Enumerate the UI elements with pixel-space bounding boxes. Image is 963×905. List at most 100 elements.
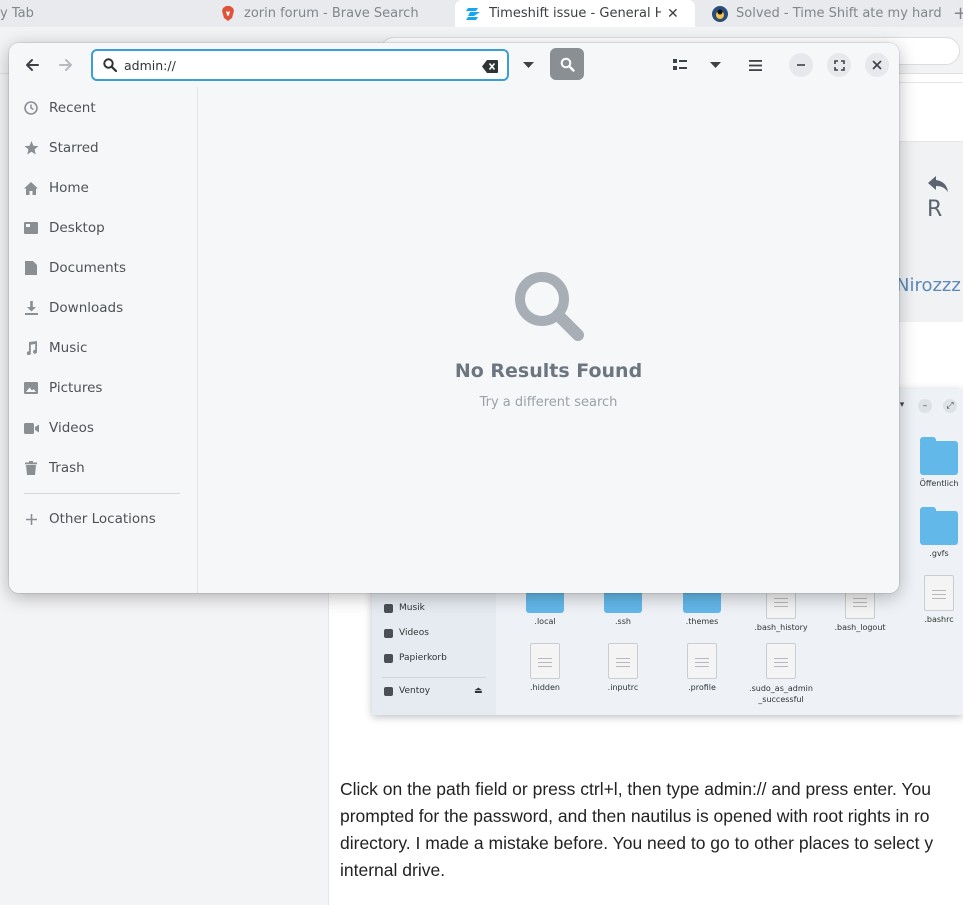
sidebar-item-documents[interactable]: Documents <box>9 248 198 288</box>
view-toggle-button[interactable] <box>667 53 693 77</box>
sidebar-item-home[interactable]: Home <box>9 168 198 208</box>
sidebar-item-label: Videos <box>49 420 94 436</box>
download-icon <box>23 300 39 316</box>
screenshot-file: .sudo_as_admin _successful <box>746 643 816 705</box>
star-icon <box>23 140 39 156</box>
screenshot-file: .profile <box>667 643 737 692</box>
sidebar-item-label: Recent <box>49 100 96 116</box>
sidebar-item-label: Starred <box>49 140 99 156</box>
minimize-icon <box>797 64 805 66</box>
sidebar-item-other-locations[interactable]: Other Locations <box>9 499 198 539</box>
empty-state-title: No Results Found <box>454 360 643 382</box>
sidebar-item-label: Documents <box>49 260 126 276</box>
brave-icon <box>220 6 236 22</box>
music-icon <box>384 603 393 613</box>
sidebar-item-label: Downloads <box>49 300 124 316</box>
sidebar-item-label: Other Locations <box>49 511 156 527</box>
screenshot-folder: Öffentlich <box>904 437 963 488</box>
document-icon <box>687 643 717 679</box>
location-input[interactable] <box>124 55 464 75</box>
document-icon <box>608 643 638 679</box>
browser-tab-strip: y Tab zorin forum - Brave Search Timeshi… <box>0 0 963 27</box>
close-tab-icon[interactable]: ✕ <box>667 6 679 22</box>
picture-icon <box>23 380 39 396</box>
music-icon <box>23 340 39 356</box>
arrow-left-icon <box>26 59 39 71</box>
sidebar-item-starred[interactable]: Starred <box>9 128 198 168</box>
sidebar-item-label: Desktop <box>49 220 105 236</box>
location-search-box[interactable] <box>91 49 509 81</box>
tab-new-tab[interactable]: y Tab <box>0 0 190 27</box>
results-area: No Results Found Try a different search <box>198 87 899 593</box>
main-menu-button[interactable] <box>742 53 768 77</box>
forum-avatar-icon <box>712 5 728 22</box>
screenshot-sidebar-item: Papierkorb <box>384 653 447 663</box>
search-icon <box>103 57 118 76</box>
document-icon <box>23 260 39 276</box>
drive-icon <box>384 686 393 696</box>
sidebar-item-label: Trash <box>49 460 85 476</box>
screenshot-sidebar-item: Ventoy ⏏ <box>384 686 492 696</box>
sidebar-item-music[interactable]: Music <box>9 328 198 368</box>
tab-label: Solved - Time Shift ate my hard <box>736 6 942 21</box>
document-icon <box>766 643 796 679</box>
minimize-button[interactable] <box>789 53 813 77</box>
post-line: Click on the path field or press ctrl+l,… <box>340 779 931 799</box>
view-options-dropdown[interactable] <box>702 53 728 77</box>
sidebar-item-trash[interactable]: Trash <box>9 448 198 488</box>
post-line: prompted for the password, and then naut… <box>340 806 930 826</box>
post-line: internal drive. <box>340 860 446 880</box>
sidebar-item-label: Home <box>49 180 89 196</box>
search-icon <box>512 269 584 345</box>
screenshot-divider <box>382 677 486 678</box>
folder-user-icon <box>920 437 958 475</box>
trash-icon <box>23 460 39 476</box>
tab-solved-timeshift[interactable]: Solved - Time Shift ate my hard <box>712 0 942 27</box>
sidebar-item-desktop[interactable]: Desktop <box>9 208 198 248</box>
sidebar-item-label: Music <box>49 340 88 356</box>
screenshot-file: .hidden <box>510 643 580 692</box>
places-sidebar: Recent Starred Home Desktop Documents Do… <box>9 87 198 593</box>
forward-button[interactable] <box>53 53 79 77</box>
screenshot-file: .inputrc <box>588 643 658 692</box>
sidebar-item-pictures[interactable]: Pictures <box>9 368 198 408</box>
desktop-icon <box>23 220 39 236</box>
tab-label: Timeshift issue - General He <box>489 6 661 21</box>
new-tab-button[interactable]: + <box>953 3 963 24</box>
video-icon <box>384 628 393 638</box>
tab-label: zorin forum - Brave Search <box>244 6 419 21</box>
close-button[interactable] <box>865 53 889 77</box>
screenshot-sidebar-item: Musik <box>384 603 425 613</box>
post-author[interactable]: Nirozzz <box>896 275 961 296</box>
folder-icon <box>920 507 958 545</box>
trash-icon <box>384 653 393 663</box>
search-toggle-button[interactable] <box>550 48 584 80</box>
sidebar-item-downloads[interactable]: Downloads <box>9 288 198 328</box>
arrow-right-icon <box>59 59 72 71</box>
clear-text-icon[interactable] <box>482 58 498 77</box>
list-view-icon <box>673 59 687 70</box>
search-options-dropdown[interactable] <box>519 53 537 77</box>
sidebar-item-label: Pictures <box>49 380 103 396</box>
video-icon <box>23 420 39 436</box>
sidebar-divider <box>24 493 180 494</box>
chevron-down-icon <box>522 62 534 68</box>
screenshot-folder: .gvfs <box>904 507 963 558</box>
sidebar-item-recent[interactable]: Recent <box>9 88 198 128</box>
tab-brave-search[interactable]: zorin forum - Brave Search <box>220 0 450 27</box>
screenshot-file: .bashrc <box>904 575 963 624</box>
chevron-down-icon <box>709 62 721 68</box>
minimize-icon: – <box>918 399 932 413</box>
reply-button[interactable]: R <box>927 172 963 222</box>
sidebar-item-videos[interactable]: Videos <box>9 408 198 448</box>
back-button[interactable] <box>19 53 45 77</box>
clock-icon <box>23 100 39 116</box>
tab-timeshift-issue[interactable]: Timeshift issue - General He ✕ <box>455 0 695 27</box>
header-bar <box>9 43 899 87</box>
eject-icon: ⏏ <box>474 686 483 696</box>
document-icon <box>530 643 560 679</box>
reply-label: R <box>927 197 943 222</box>
search-icon <box>560 57 575 72</box>
empty-state-subtitle: Try a different search <box>479 395 618 410</box>
maximize-button[interactable] <box>827 53 851 77</box>
